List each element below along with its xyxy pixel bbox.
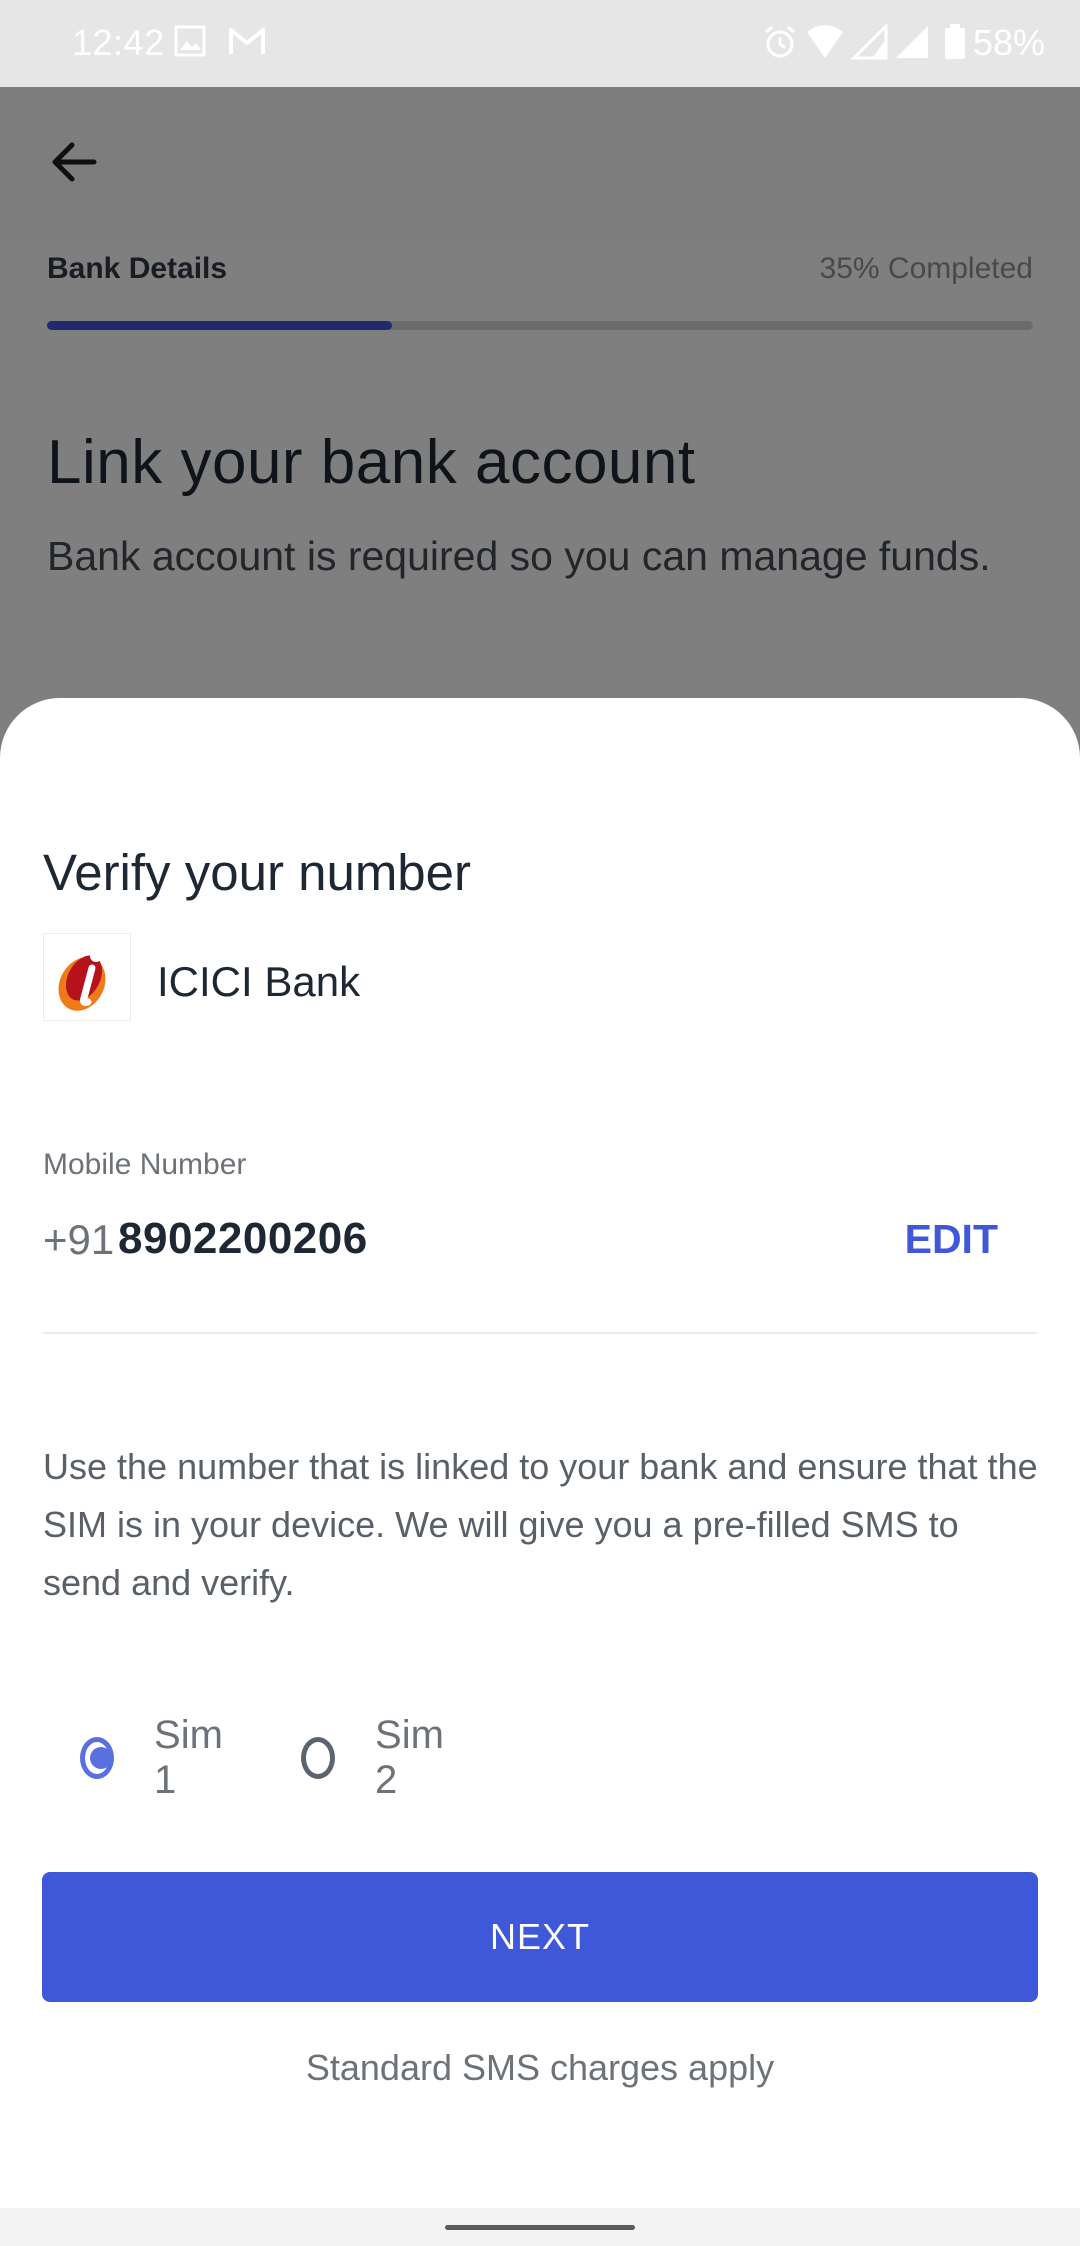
icici-bank-logo [43,933,131,1021]
gmail-icon [227,24,267,63]
sim-1-label: Sim 1 [154,1713,223,1802]
edit-button[interactable]: EDIT [905,1216,998,1263]
sim-1-radio[interactable]: Sim 1 [80,1713,231,1803]
info-text: Use the number that is linked to your ba… [43,1446,1038,1603]
battery-icon [944,24,966,65]
mobile-number-value: 8902200206 [118,1214,368,1263]
signal-1-icon [850,22,890,65]
alarm-icon [762,24,798,65]
system-nav-bar [0,2208,1080,2246]
signal-2-icon [892,24,932,65]
next-button[interactable]: NEXT [42,1872,1038,2002]
radio-selected-icon [80,1737,115,1779]
battery-percent: 58% [973,22,1046,63]
radio-unselected-icon [301,1737,336,1779]
image-icon [174,24,206,63]
bank-name: ICICI Bank [157,958,361,1005]
home-indicator[interactable] [445,2225,635,2230]
status-time: 12:42 [72,22,165,63]
wifi-icon [805,24,845,65]
verify-number-sheet: Verify your number ICICI Bank Mobile Num… [0,698,1080,2208]
sim-2-label: Sim 2 [375,1713,444,1802]
country-code: +91 [43,1216,115,1263]
divider [43,1332,1037,1334]
sheet-title: Verify your number [43,844,472,901]
status-bar: 12:42 58% [0,0,1080,87]
sim-2-radio[interactable]: Sim 2 [301,1713,452,1803]
sms-charges-note: Standard SMS charges apply [305,2047,775,2088]
mobile-number-label: Mobile Number [43,1148,247,1181]
